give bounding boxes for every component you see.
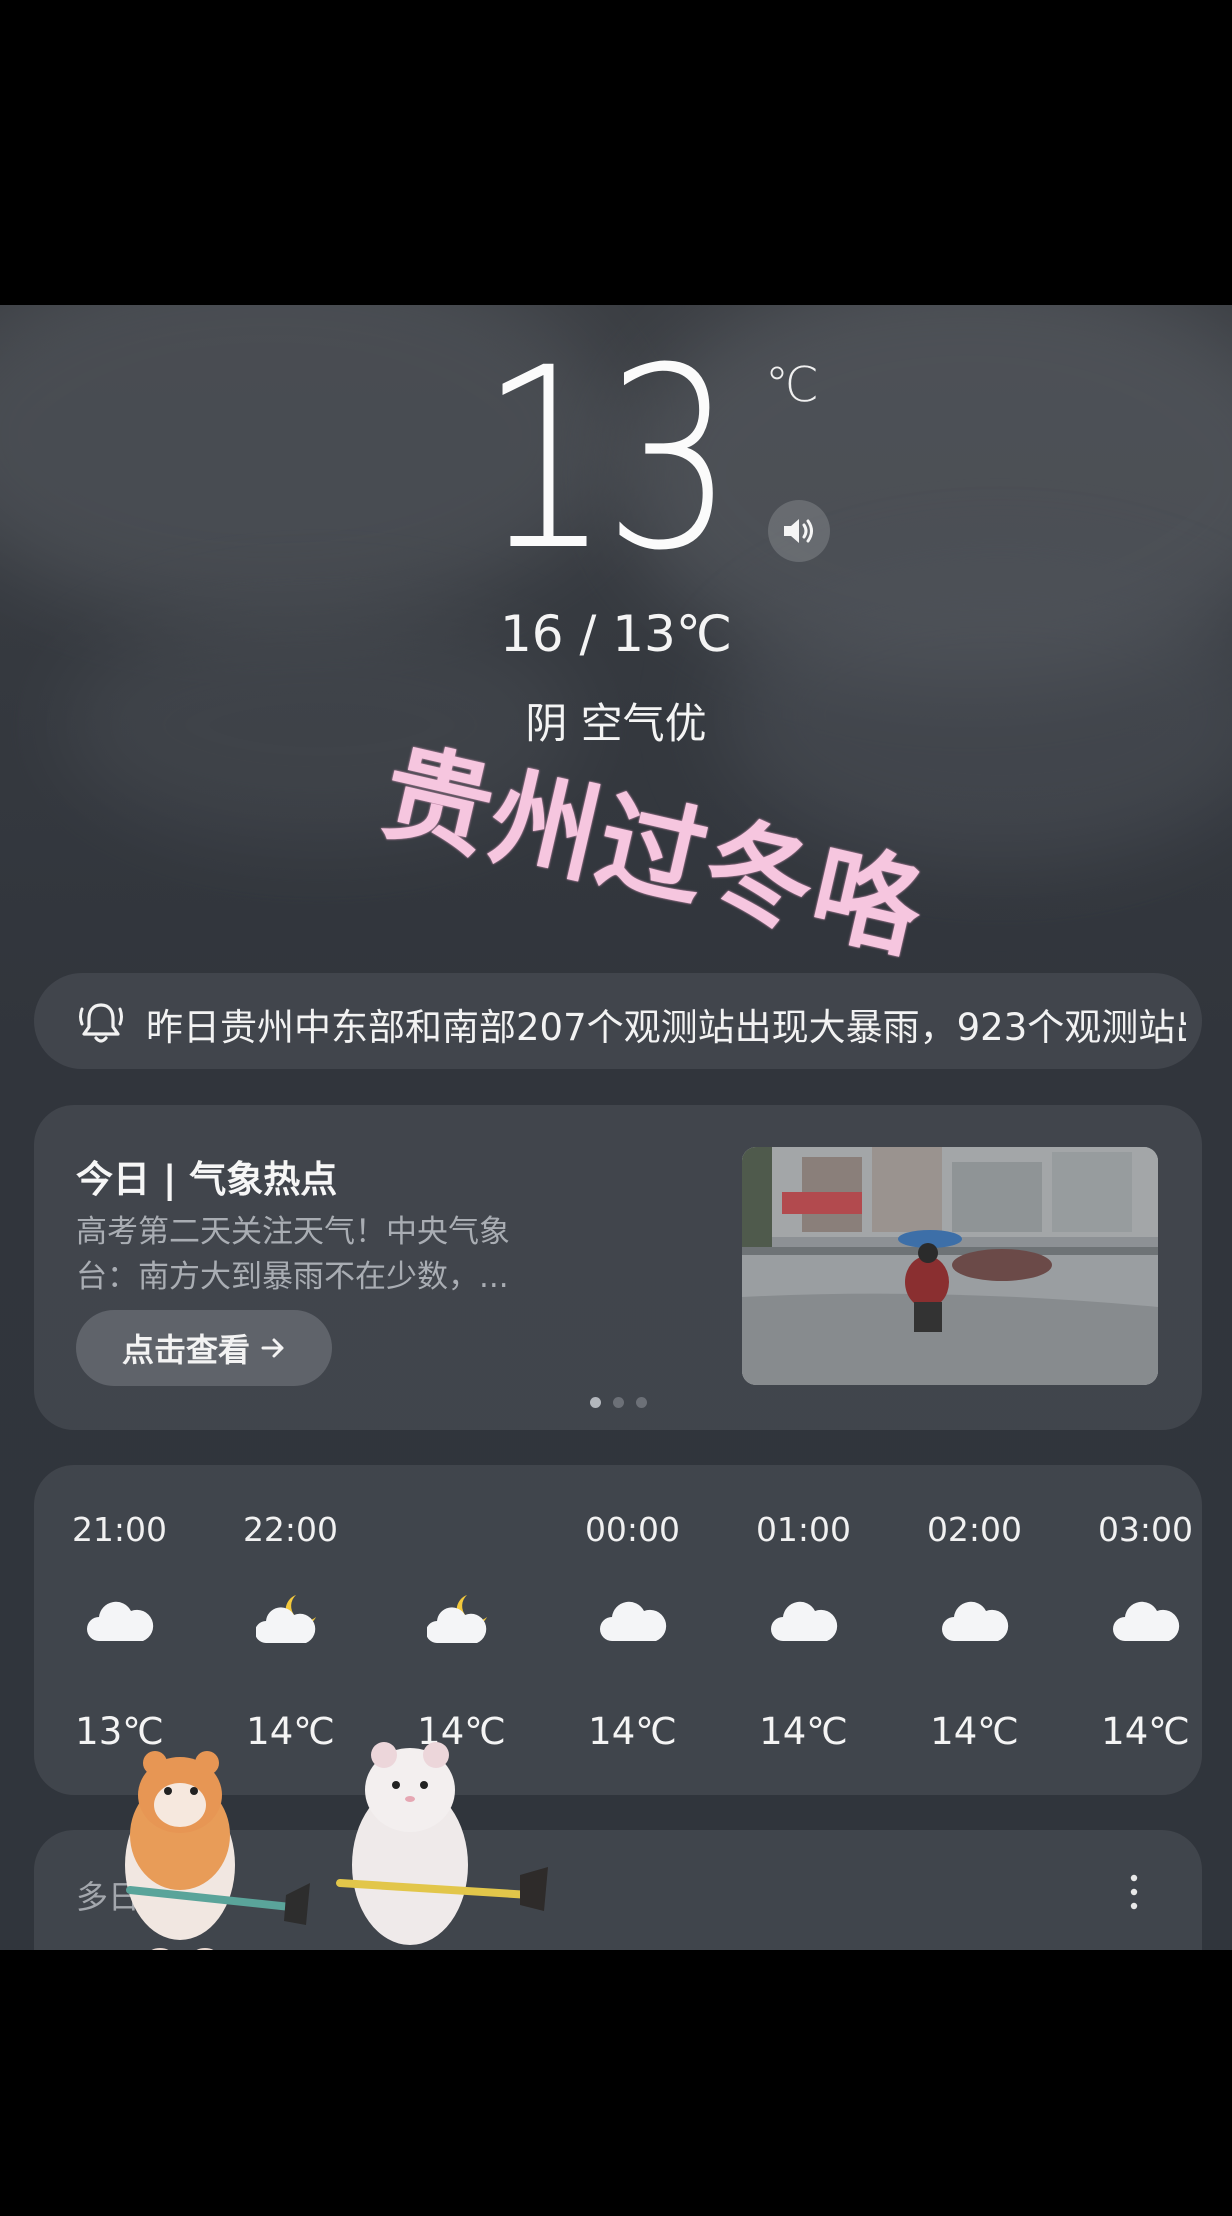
- phone-screen: 13 ℃ 16 / 13℃ 阴 空气优 贵州过冬咯 昨日贵州中东部和南部207个…: [0, 0, 1232, 2216]
- hamster-sticker-orange: [125, 1751, 310, 1950]
- cloud-icon: [599, 1601, 666, 1641]
- carousel-pager: [34, 1397, 1202, 1408]
- weather-page: 13 ℃ 16 / 13℃ 阴 空气优 贵州过冬咯 昨日贵州中东部和南部207个…: [0, 305, 1232, 1950]
- hourly-time: 02:00: [926, 1510, 1023, 1549]
- hourly-temperature: 14℃: [588, 1710, 677, 1753]
- hamster-sticker-white: [336, 1742, 548, 1945]
- bell-alert-icon: [79, 1003, 123, 1043]
- pager-dot-3[interactable]: [635, 1397, 647, 1408]
- weather-hot-topic-card[interactable]: 今日 | 气象热点 高考第二天关注天气！中央气象台：南方大到暴雨不在少数，...…: [34, 1105, 1202, 1430]
- cloud-moon-icon: [426, 1595, 487, 1643]
- temperature-range: 16 / 13℃: [499, 605, 733, 663]
- cloud-icon: [770, 1601, 837, 1641]
- hot-topic-description: 高考第二天关注天气！中央气象台：南方大到暴雨不在少数，...: [76, 1214, 510, 1295]
- voice-broadcast-button[interactable]: [768, 500, 830, 562]
- weather-condition: 阴 空气优: [525, 699, 707, 748]
- view-details-label: 点击查看: [121, 1331, 250, 1369]
- hourly-time: 00:00: [584, 1510, 681, 1549]
- news-photo-flooded-street[interactable]: [742, 1147, 1158, 1385]
- hourly-time: 21:00: [71, 1510, 168, 1549]
- cloud-icon: [1112, 1601, 1179, 1641]
- view-details-button[interactable]: 点击查看: [76, 1310, 332, 1386]
- news-photo-scene: [742, 1147, 1158, 1385]
- temperature-unit: ℃: [765, 357, 819, 413]
- hot-topic-title: 今日 | 气象热点: [76, 1158, 338, 1201]
- weather-alert-bar[interactable]: 昨日贵州中东部和南部207个观测站出现大暴雨，923个观测站出现暴雨: [34, 973, 1202, 1069]
- hourly-time: 22:00: [242, 1510, 339, 1549]
- hourly-temperature: 14℃: [1101, 1710, 1190, 1753]
- cloud-icon: [86, 1601, 153, 1641]
- hourly-time: 01:00: [755, 1510, 852, 1549]
- speaker-icon: [784, 519, 813, 543]
- hourly-time: 03:00: [1097, 1510, 1194, 1549]
- hourly-temperature: 14℃: [930, 1710, 1019, 1753]
- current-temperature: 13: [480, 314, 734, 605]
- cloud-icon: [941, 1601, 1008, 1641]
- pager-dot-2[interactable]: [612, 1397, 624, 1408]
- pager-dot-1[interactable]: [589, 1397, 601, 1408]
- hourly-temperature: 14℃: [759, 1710, 848, 1753]
- cloud-moon-icon: [255, 1595, 316, 1643]
- arrow-right-icon: [261, 1338, 284, 1358]
- more-options-icon[interactable]: [1124, 1872, 1144, 1912]
- alert-text: 昨日贵州中东部和南部207个观测站出现大暴雨，923个观测站出现暴雨: [146, 1006, 1186, 1049]
